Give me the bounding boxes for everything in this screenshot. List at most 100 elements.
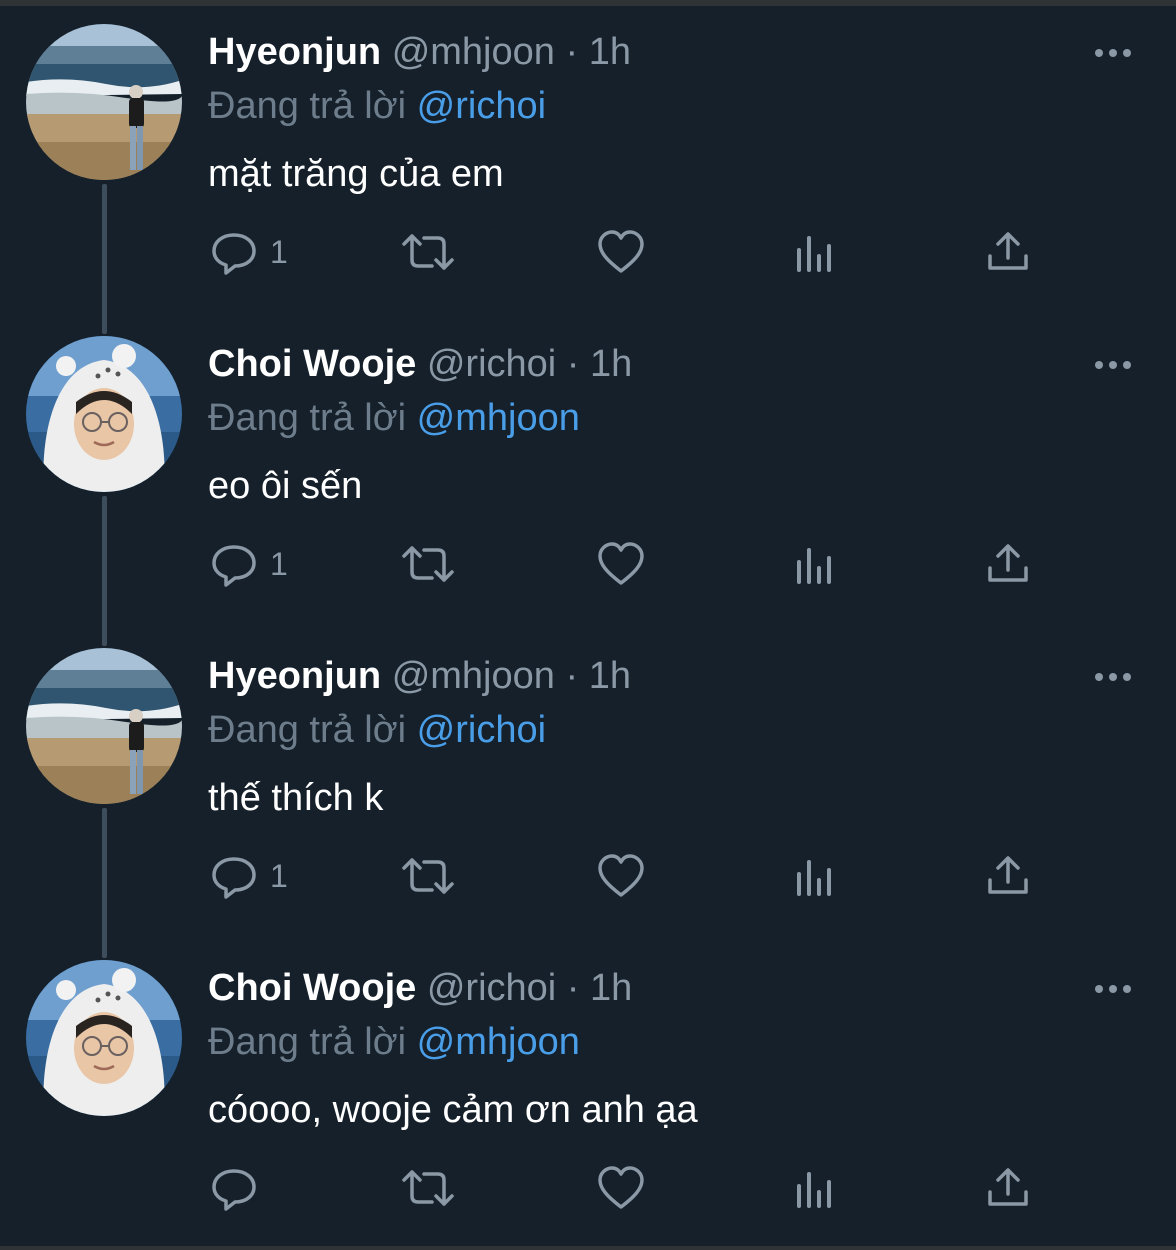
retweet-button[interactable] bbox=[400, 1148, 456, 1228]
retweet-button[interactable] bbox=[400, 524, 456, 604]
speech-bubble-icon bbox=[212, 857, 256, 899]
share-button[interactable] bbox=[984, 524, 1032, 604]
tweet-header: Choi Wooje @richoi · 1h bbox=[208, 336, 632, 392]
speech-bubble-icon bbox=[212, 545, 256, 587]
replying-to-label: Đang trả lời bbox=[208, 397, 407, 439]
like-button[interactable] bbox=[596, 1148, 646, 1228]
analytics-button[interactable] bbox=[792, 1148, 838, 1228]
hood-avatar-icon bbox=[26, 336, 182, 492]
analytics-button[interactable] bbox=[792, 836, 838, 916]
action-bar: 1 bbox=[0, 212, 1176, 292]
like-button[interactable] bbox=[596, 212, 646, 292]
bottom-divider bbox=[0, 1246, 1176, 1250]
analytics-button[interactable] bbox=[792, 212, 838, 292]
tweet-header: Hyeonjun @mhjoon · 1h bbox=[208, 24, 631, 80]
reply-button[interactable] bbox=[208, 1148, 270, 1228]
user-handle[interactable]: @mhjoon bbox=[392, 31, 555, 73]
heart-icon bbox=[598, 854, 644, 897]
action-bar: 1 bbox=[0, 524, 1176, 604]
display-name[interactable]: Hyeonjun bbox=[208, 31, 381, 73]
display-name[interactable]: Choi Wooje bbox=[208, 967, 416, 1009]
separator-dot: · bbox=[566, 343, 580, 385]
like-button[interactable] bbox=[596, 836, 646, 916]
tweet-text: thế thích k bbox=[208, 777, 384, 819]
retweet-button[interactable] bbox=[400, 212, 456, 292]
separator-dot: · bbox=[565, 655, 579, 697]
replying-to: Đang trả lời @mhjoon bbox=[208, 392, 580, 444]
timestamp[interactable]: 1h bbox=[590, 967, 632, 1009]
share-upload-icon bbox=[988, 232, 1028, 270]
timestamp[interactable]: 1h bbox=[590, 343, 632, 385]
tweet[interactable]: Choi Wooje @richoi · 1h Đang trả lời @mh… bbox=[0, 312, 1176, 624]
separator-dot: · bbox=[565, 31, 579, 73]
heart-icon bbox=[598, 1166, 644, 1209]
tweet[interactable]: Hyeonjun @mhjoon · 1h Đang trả lời @rich… bbox=[0, 624, 1176, 936]
bar-chart-icon bbox=[797, 236, 831, 272]
tweet[interactable]: Hyeonjun @mhjoon · 1h Đang trả lời @rich… bbox=[0, 0, 1176, 312]
tweet-header: Choi Wooje @richoi · 1h bbox=[208, 960, 632, 1016]
share-upload-icon bbox=[988, 856, 1028, 894]
avatar[interactable] bbox=[26, 960, 182, 1116]
avatar[interactable] bbox=[26, 336, 182, 492]
reply-count: 1 bbox=[270, 233, 288, 270]
heart-icon bbox=[598, 230, 644, 273]
share-button[interactable] bbox=[984, 836, 1032, 916]
heart-icon bbox=[598, 542, 644, 585]
tweet-text: mặt trăng của em bbox=[208, 153, 504, 195]
share-upload-icon bbox=[988, 544, 1028, 582]
replying-to: Đang trả lời @richoi bbox=[208, 80, 546, 132]
retweet-button[interactable] bbox=[400, 836, 456, 916]
tweet-text: cóooo, wooje cảm ơn anh ạa bbox=[208, 1089, 698, 1131]
replying-to-label: Đang trả lời bbox=[208, 709, 407, 751]
timestamp[interactable]: 1h bbox=[589, 31, 631, 73]
like-button[interactable] bbox=[596, 524, 646, 604]
bar-chart-icon bbox=[797, 548, 831, 584]
retweet-icon bbox=[402, 1170, 454, 1206]
share-button[interactable] bbox=[984, 212, 1032, 292]
retweet-icon bbox=[402, 546, 454, 582]
action-bar: 1 bbox=[0, 836, 1176, 916]
separator-dot: · bbox=[566, 967, 580, 1009]
tweet-header: Hyeonjun @mhjoon · 1h bbox=[208, 648, 631, 704]
display-name[interactable]: Hyeonjun bbox=[208, 655, 381, 697]
reply-mention-link[interactable]: @mhjoon bbox=[417, 397, 580, 439]
action-bar bbox=[0, 1148, 1176, 1228]
beach-avatar-icon bbox=[26, 24, 182, 180]
share-upload-icon bbox=[988, 1168, 1028, 1206]
timestamp[interactable]: 1h bbox=[589, 655, 631, 697]
replying-to-label: Đang trả lời bbox=[208, 85, 407, 127]
reply-button[interactable]: 1 bbox=[208, 524, 288, 604]
reply-mention-link[interactable]: @richoi bbox=[417, 85, 546, 127]
reply-mention-link[interactable]: @mhjoon bbox=[417, 1021, 580, 1063]
replying-to: Đang trả lời @mhjoon bbox=[208, 1016, 580, 1068]
retweet-icon bbox=[402, 234, 454, 270]
speech-bubble-icon bbox=[212, 233, 256, 275]
more-dots-icon[interactable] bbox=[1090, 42, 1136, 64]
tweet-text: eo ôi sến bbox=[208, 465, 363, 507]
speech-bubble-icon bbox=[212, 1169, 256, 1211]
reply-button[interactable]: 1 bbox=[208, 212, 288, 292]
analytics-button[interactable] bbox=[792, 524, 838, 604]
more-dots-icon[interactable] bbox=[1090, 978, 1136, 1000]
tweet[interactable]: Choi Wooje @richoi · 1h Đang trả lời @mh… bbox=[0, 936, 1176, 1248]
replying-to: Đang trả lời @richoi bbox=[208, 704, 546, 756]
retweet-icon bbox=[402, 858, 454, 894]
hood-avatar-icon bbox=[26, 960, 182, 1116]
user-handle[interactable]: @mhjoon bbox=[392, 655, 555, 697]
reply-count: 1 bbox=[270, 545, 288, 582]
display-name[interactable]: Choi Wooje bbox=[208, 343, 416, 385]
avatar[interactable] bbox=[26, 648, 182, 804]
bar-chart-icon bbox=[797, 860, 831, 896]
avatar[interactable] bbox=[26, 24, 182, 180]
user-handle[interactable]: @richoi bbox=[427, 343, 556, 385]
reply-count: 1 bbox=[270, 857, 288, 894]
replying-to-label: Đang trả lời bbox=[208, 1021, 407, 1063]
reply-mention-link[interactable]: @richoi bbox=[417, 709, 546, 751]
reply-button[interactable]: 1 bbox=[208, 836, 288, 916]
beach-avatar-icon bbox=[26, 648, 182, 804]
share-button[interactable] bbox=[984, 1148, 1032, 1228]
more-dots-icon[interactable] bbox=[1090, 354, 1136, 376]
bar-chart-icon bbox=[797, 1172, 831, 1208]
more-dots-icon[interactable] bbox=[1090, 666, 1136, 688]
user-handle[interactable]: @richoi bbox=[427, 967, 556, 1009]
